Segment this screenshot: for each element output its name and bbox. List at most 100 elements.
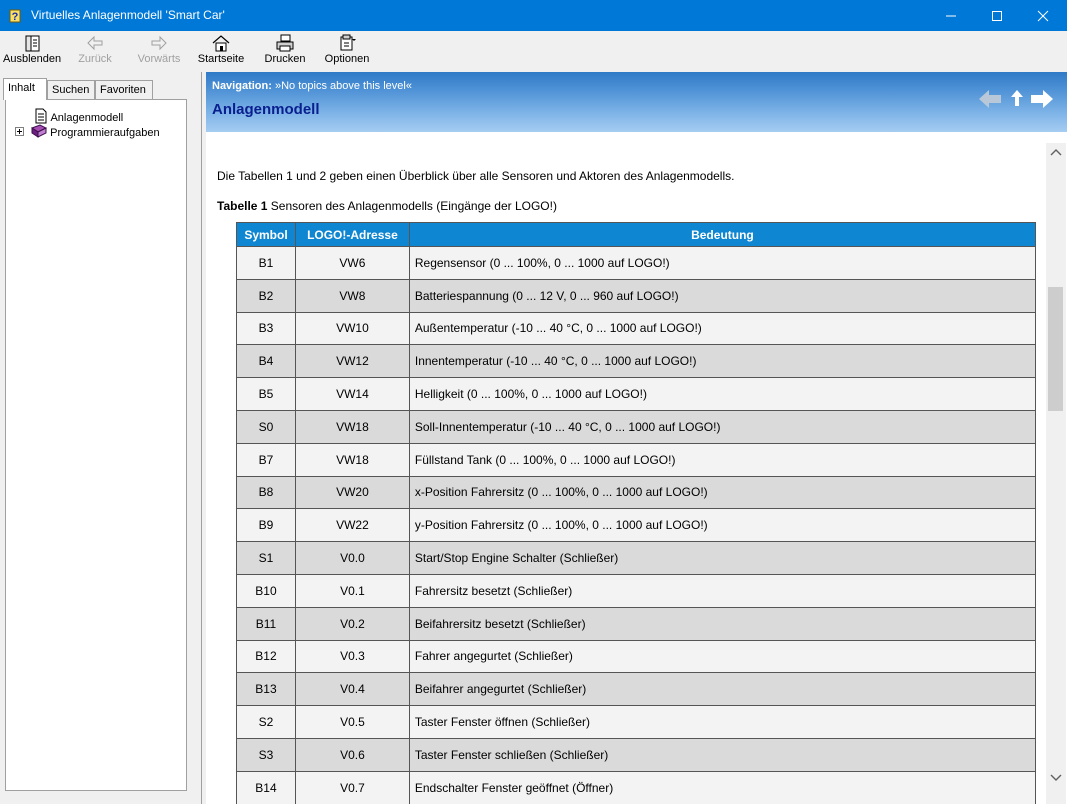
cell-symbol: B10 (236, 573, 296, 608)
cell-symbol: B1 (236, 246, 296, 280)
cell-symbol: S1 (236, 541, 296, 575)
minimize-button[interactable] (928, 0, 974, 31)
cell-meaning: Beifahrersitz besetzt (Schließer) (408, 606, 1037, 641)
cell-symbol: B13 (236, 672, 296, 707)
topic-header: Navigation: »No topics above this level«… (206, 72, 1067, 132)
minimize-icon (946, 15, 956, 17)
page-title: Anlagenmodell (212, 101, 320, 118)
navigation-label: Navigation: (212, 80, 272, 92)
hide-button[interactable]: Ausblenden (3, 33, 61, 71)
column-header-symbol: Symbol (236, 222, 296, 247)
cell-meaning: Füllstand Tank (0 ... 100%, 0 ... 1000 a… (408, 442, 1037, 477)
cell-meaning: Innentemperatur (-10 ... 40 °C, 0 ... 10… (408, 344, 1037, 379)
printer-icon (276, 34, 294, 52)
table-row: B7 VW18 Füllstand Tank (0 ... 100%, 0 ... … (236, 442, 1037, 477)
cell-address: VW22 (294, 508, 410, 543)
forward-label: Vorwärts (137, 53, 181, 65)
table-row: B5 VW14 Helligkeit (0 ... 100%, 0 ... 1000… (236, 377, 1037, 411)
cell-meaning: Helligkeit (0 ... 100%, 0 ... 1000 auf L… (408, 377, 1037, 411)
column-header-meaning: Bedeutung (408, 222, 1037, 247)
table-row: B8 VW20 x-Position Fahrersitz (0 ... 100%,… (236, 475, 1037, 510)
cell-meaning: Soll-Innentemperatur (-10 ... 40 °C, 0 .… (408, 409, 1037, 444)
cell-symbol: S3 (236, 737, 296, 772)
toolbar: Ausblenden Zurück Vorwärts Startseite Dr… (0, 31, 1067, 73)
topic-content: Navigation: »No topics above this level«… (206, 72, 1067, 804)
svg-text:?: ? (12, 11, 19, 23)
cell-symbol: B7 (236, 442, 296, 477)
scroll-up-icon[interactable] (1046, 143, 1066, 161)
tree-item-label: Anlagenmodell (50, 112, 124, 124)
cell-meaning: Endschalter Fenster geöffnet (Öffner) (408, 770, 1037, 804)
cell-meaning: Taster Fenster schließen (Schließer) (408, 737, 1037, 772)
table-row: B13 V0.4 Beifahrer angegurtet (Schließer) (236, 672, 1037, 707)
tree-item-programmieraufgaben[interactable]: Programmieraufgaben (15, 124, 160, 140)
cell-address: V0.1 (294, 573, 410, 608)
cell-address: V0.4 (294, 672, 410, 707)
home-icon (212, 35, 230, 52)
content-scrollbar[interactable] (1046, 143, 1066, 804)
cell-symbol: B9 (236, 508, 296, 543)
scroll-down-icon[interactable] (1046, 769, 1066, 787)
cell-address: V0.5 (294, 705, 410, 739)
cell-address: VW8 (294, 278, 410, 313)
table-row: B3 VW10 Außentemperatur (-10 ... 40 °C, 0 … (236, 311, 1037, 346)
previous-topic-icon[interactable] (977, 86, 1003, 112)
table-row: B14 V0.7 Endschalter Fenster geöffnet (Öff… (236, 770, 1037, 804)
table-row: B11 V0.2 Beifahrersitz besetzt (Schließer) (236, 606, 1037, 641)
cell-meaning: Batteriespannung (0 ... 12 V, 0 ... 960 … (408, 278, 1037, 313)
tree-item-anlagenmodell[interactable]: Anlagenmodell (34, 108, 123, 124)
column-header-address: LOGO!-Adresse (294, 222, 410, 247)
parent-topic-icon[interactable] (1009, 88, 1025, 110)
cell-meaning: y-Position Fahrersitz (0 ... 100%, 0 ...… (408, 508, 1037, 543)
table-row: B9 VW22 y-Position Fahrersitz (0 ... 100%,… (236, 508, 1037, 543)
scrollbar-thumb[interactable] (1048, 287, 1063, 411)
intro-text: Die Tabellen 1 und 2 geben einen Überbli… (217, 169, 735, 183)
tab-favorites[interactable]: Favoriten (95, 80, 153, 99)
arrow-left-icon (87, 35, 103, 51)
navigation-text: »No topics above this level« (274, 80, 412, 92)
expand-icon[interactable] (15, 127, 24, 136)
cell-address: VW20 (294, 475, 410, 510)
contents-tree[interactable]: Anlagenmodell Programmieraufgaben (5, 99, 187, 791)
tab-contents[interactable]: Inhalt (3, 78, 47, 100)
home-label: Startseite (197, 53, 245, 65)
cell-symbol: B12 (236, 639, 296, 674)
options-icon (340, 34, 356, 51)
cell-meaning: Fahrer angegurtet (Schließer) (408, 639, 1037, 674)
cell-symbol: B14 (236, 770, 296, 804)
maximize-icon (992, 11, 1002, 21)
table-header-row: Symbol LOGO!-Adresse Bedeutung (236, 222, 1037, 247)
back-button[interactable]: Zurück (72, 33, 118, 71)
table-row: B12 V0.3 Fahrer angegurtet (Schließer) (236, 639, 1037, 674)
print-button[interactable]: Drucken (262, 33, 308, 71)
cell-address: V0.2 (294, 606, 410, 641)
maximize-button[interactable] (974, 0, 1020, 31)
hide-label: Ausblenden (3, 53, 62, 65)
options-button[interactable]: Optionen (322, 33, 372, 71)
tab-search[interactable]: Suchen (47, 80, 95, 99)
cell-address: VW10 (294, 311, 410, 346)
table-row: S3 V0.6 Taster Fenster schließen (Schließe… (236, 737, 1037, 772)
table-row: B1 VW6 Regensensor (0 ... 100%, 0 ... 1000… (236, 246, 1037, 280)
page-icon (35, 108, 47, 124)
forward-button[interactable]: Vorwärts (134, 33, 184, 71)
cell-address: VW14 (294, 377, 410, 411)
table-row: B2 VW8 Batteriespannung (0 ... 12 V, 0 ...… (236, 278, 1037, 313)
help-question-icon: ? (9, 9, 21, 23)
navigation-pane: Inhalt Suchen Favoriten Anlagenmodell Pr… (0, 72, 201, 804)
table-row: S0 VW18 Soll-Innentemperatur (-10 ... 40 °… (236, 409, 1037, 444)
cell-meaning: Regensensor (0 ... 100%, 0 ... 1000 auf … (408, 246, 1037, 280)
cell-meaning: Beifahrer angegurtet (Schließer) (408, 672, 1037, 707)
cell-meaning: Fahrersitz besetzt (Schließer) (408, 573, 1037, 608)
cell-meaning: Taster Fenster öffnen (Schließer) (408, 705, 1037, 739)
navigation-line: Navigation: »No topics above this level« (212, 80, 412, 92)
table-caption: Tabelle 1 Sensoren des Anlagenmodells (E… (217, 199, 557, 213)
close-button[interactable] (1020, 0, 1066, 31)
cell-meaning: Start/Stop Engine Schalter (Schließer) (408, 541, 1037, 575)
caption-text: Sensoren des Anlagenmodells (Eingänge de… (267, 199, 557, 213)
back-label: Zurück (78, 53, 112, 65)
next-topic-icon[interactable] (1029, 86, 1055, 112)
table-row: S2 V0.5 Taster Fenster öffnen (Schließer) (236, 705, 1037, 739)
home-button[interactable]: Startseite (196, 33, 246, 71)
cell-address: V0.3 (294, 639, 410, 674)
